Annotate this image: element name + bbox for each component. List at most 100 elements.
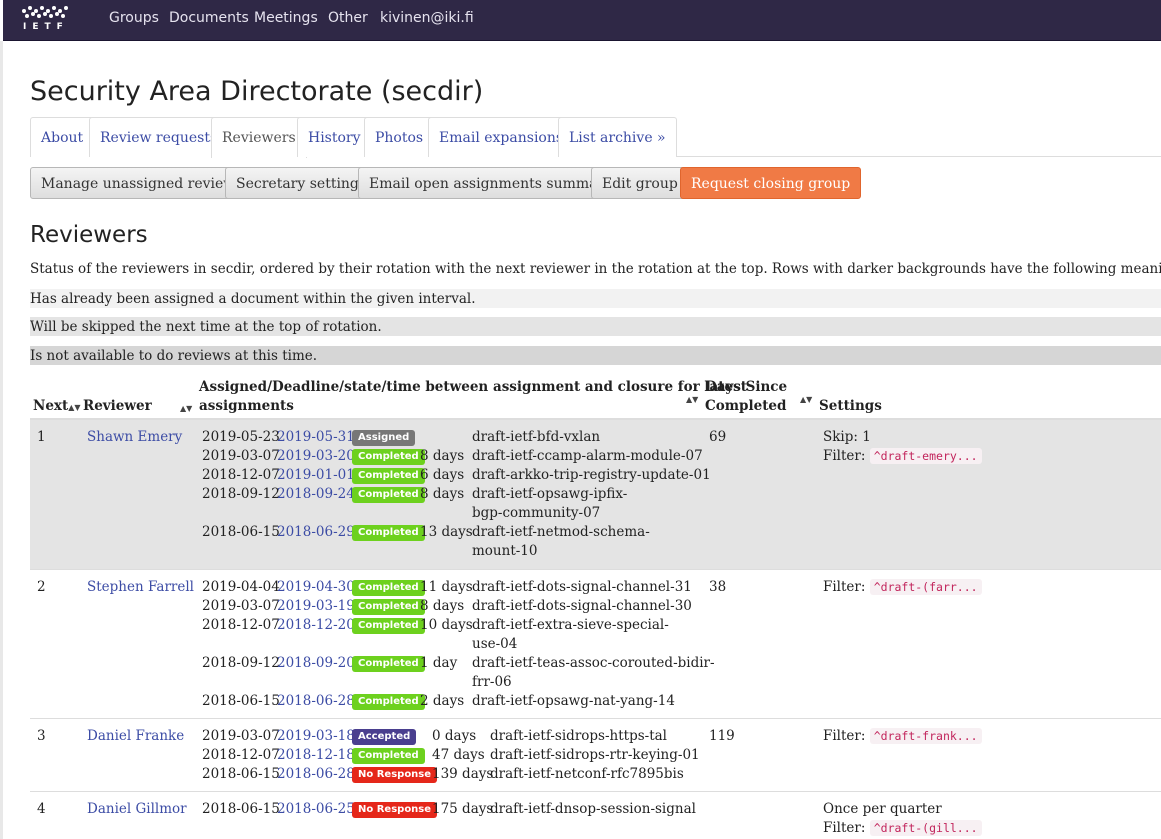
assigned-date: 2018-06-15 [202,693,280,709]
assigned-date: 2018-06-15 [202,524,280,540]
nav-groups[interactable]: Groups [109,10,159,26]
tab-email-expansions[interactable]: Email expansions [428,117,575,157]
state-badge: Completed [352,525,425,541]
reviewer-rank: 3 [37,728,46,744]
page-title: Security Area Directorate (secdir) [30,76,484,107]
column-assigned[interactable]: Assigned/Deadline/state/time between ass… [199,378,747,416]
column-settings: Settings [819,398,882,414]
document-name: draft-ietf-netmod-schema- [472,524,650,540]
sort-icon[interactable]: ▲▼ [686,390,698,409]
deadline-link[interactable]: 2018-09-24 [277,485,355,504]
reviewer-name-link[interactable]: Daniel Franke [87,727,184,746]
turnaround-time: 8 days [420,486,465,502]
sort-icon: ▲▼ [68,403,81,412]
state-badge: Completed [352,449,425,465]
assigned-date: 2019-04-04 [202,579,280,595]
column-days-since[interactable]: Days Since Completed [705,378,787,416]
document-name: draft-ietf-netconf-rfc7895bis [490,766,684,782]
tab-photos[interactable]: Photos [364,117,435,157]
days-since-completed: 69 [709,429,727,445]
request-closing-group-button[interactable]: Request closing group [680,167,862,199]
turnaround-time: 6 days [420,467,465,483]
deadline-link[interactable]: 2018-06-25 [277,800,355,819]
days-since-completed: 119 [709,728,735,744]
legend-unavailable: Is not available to do reviews at this t… [30,346,1161,365]
turnaround-time: 1 day [420,655,458,671]
assigned-date: 2018-06-15 [202,766,280,782]
turnaround-time: 0 days [432,728,477,744]
turnaround-time: 47 days [432,747,485,763]
state-badge: Assigned [352,430,416,446]
column-reviewer[interactable]: Reviewer [83,397,152,416]
deadline-link[interactable]: 2018-06-28 [277,765,355,784]
state-badge: Completed [352,599,425,615]
email-open-assignments-button[interactable]: Email open assignments summary [358,167,624,199]
settings-filter: Filter: ^draft-emery... [823,447,982,466]
deadline-link[interactable]: 2019-04-30 [277,578,355,597]
document-name: mount-10 [472,543,538,559]
deadline-link[interactable]: 2018-06-28 [277,692,355,711]
deadline-link[interactable]: 2018-12-20 [277,616,355,635]
reviewer-name-link[interactable]: Stephen Farrell [87,578,194,597]
reviewer-rank: 4 [37,801,46,817]
filter-regex: ^draft-(gill... [869,820,982,836]
tab-history[interactable]: History [297,117,372,157]
reviewer-name-link[interactable]: Daniel Gillmor [87,800,187,819]
filter-label: Filter: [823,579,870,595]
deadline-link[interactable]: 2018-09-20 [277,654,355,673]
turnaround-time: 8 days [420,448,465,464]
deadline-link[interactable]: 2019-01-01 [277,466,355,485]
column-days-label: Days Since [705,379,788,395]
filter-regex: ^draft-frank... [869,728,982,744]
section-title: Reviewers [30,222,148,248]
state-badge: Accepted [352,729,417,745]
nav-other[interactable]: Other [328,10,368,26]
document-name: draft-arkko-trip-registry-update-01 [472,467,711,483]
nav-meetings[interactable]: Meetings [254,10,318,26]
assigned-date: 2018-12-07 [202,617,280,633]
settings-filter: Filter: ^draft-(gill... [823,819,982,838]
row-divider [30,569,1161,570]
deadline-link[interactable]: 2019-03-19 [277,597,355,616]
column-assigned-label: Assigned/Deadline/state/time between ass… [199,379,747,395]
row-divider [30,791,1161,792]
logo-text: IETF [23,22,69,32]
turnaround-time: 13 days [420,524,473,540]
group-tabs: About Review requests Reviewers History … [30,117,1161,158]
settings-frequency: Once per quarter [823,801,942,817]
sort-icon[interactable]: ▲▼ [800,390,812,409]
deadline-link[interactable]: 2019-03-20 [277,447,355,466]
state-badge: Completed [352,487,425,503]
edit-group-button[interactable]: Edit group [591,167,689,199]
state-badge: Completed [352,618,425,634]
secretary-settings-button[interactable]: Secretary settings [225,167,378,199]
sort-icon[interactable]: ▲▼ [180,399,192,418]
assigned-date: 2018-12-07 [202,747,280,763]
column-next-label: Next [33,398,69,414]
state-badge: Completed [352,468,425,484]
tab-about[interactable]: About [30,117,95,157]
column-reviewer-label: Reviewer [83,398,152,414]
column-assigned-label-2: assignments [199,398,294,414]
state-badge: No Response [352,802,438,818]
reviewer-name-link[interactable]: Shawn Emery [87,428,182,447]
manage-unassigned-reviews-button[interactable]: Manage unassigned reviews [30,167,254,199]
column-next[interactable]: Next▲▼ [33,397,81,417]
tab-list-archive[interactable]: List archive » [558,117,677,157]
nav-documents[interactable]: Documents [169,10,249,26]
reviewer-rank: 1 [37,429,46,445]
turnaround-time: 8 days [420,598,465,614]
deadline-link[interactable]: 2018-12-18 [277,746,355,765]
deadline-link[interactable]: 2019-05-31 [277,428,355,447]
tab-reviewers[interactable]: Reviewers [211,117,307,158]
document-name: draft-ietf-dnsop-session-signal [490,801,696,817]
assigned-date: 2019-05-23 [202,429,280,445]
document-name: draft-ietf-sidrops-rtr-keying-01 [490,747,700,763]
nav-user-account[interactable]: kivinen@iki.fi [380,10,474,26]
deadline-link[interactable]: 2019-03-18 [277,727,355,746]
document-name: draft-ietf-bfd-vxlan [472,429,601,445]
tab-review-requests[interactable]: Review requests [89,117,229,157]
deadline-link[interactable]: 2018-06-29 [277,523,355,542]
document-name: draft-ietf-opsawg-nat-yang-14 [472,693,675,709]
settings-filter: Filter: ^draft-(farr... [823,578,982,597]
